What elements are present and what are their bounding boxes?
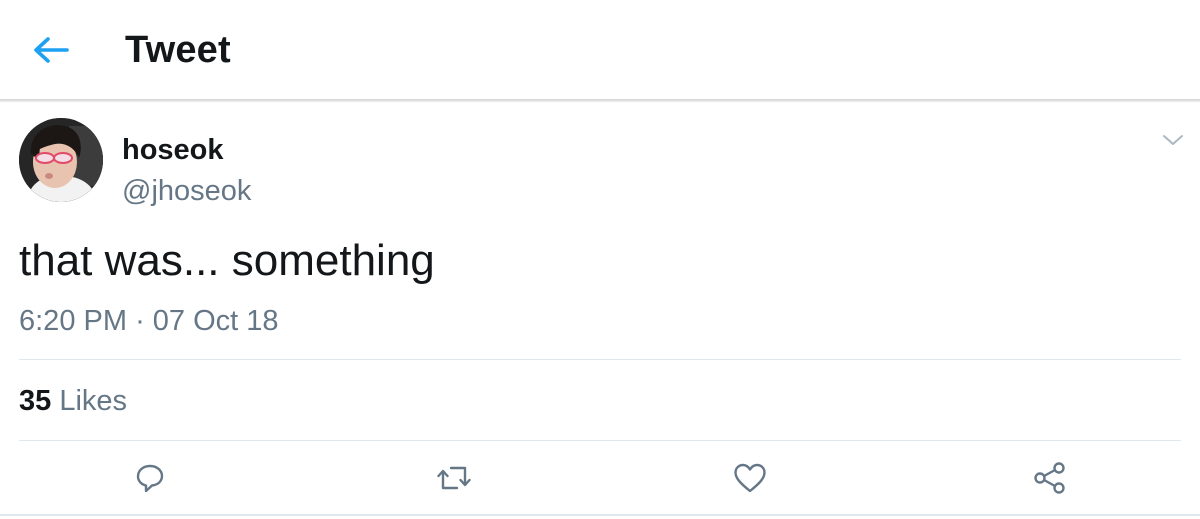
likes-stat[interactable]: 35 Likes [19,385,127,418]
avatar[interactable] [19,118,103,202]
retweet-icon [437,466,471,490]
like-button[interactable] [730,458,770,498]
back-button[interactable] [28,30,74,70]
timestamp-separator: · [135,305,145,337]
author-handle[interactable]: @jhoseok [122,175,251,208]
retweet-button[interactable] [434,458,474,498]
tweet-text: that was... something [19,236,435,285]
author-display-name[interactable]: hoseok [122,134,224,167]
likes-count: 35 [19,385,52,417]
tweet-timestamp: 6:20 PM · 07 Oct 18 [19,305,279,338]
share-button[interactable] [1030,458,1070,498]
divider [19,440,1181,441]
heart-icon [734,463,766,493]
reply-button[interactable] [130,458,170,498]
tweet-date: 07 Oct 18 [152,305,279,337]
divider [19,359,1181,360]
likes-label: Likes [59,385,128,417]
share-icon [1034,462,1065,494]
bottom-divider [0,514,1200,516]
chevron-down-icon [1163,135,1183,145]
header-divider [0,99,1200,102]
page-title: Tweet [125,29,231,71]
tweet-time: 6:20 PM [19,305,127,337]
top-app-bar: Tweet [0,0,1200,100]
reply-icon [136,464,164,493]
arrow-left-icon [34,37,69,63]
profile-photo [19,118,103,202]
tweet-menu-button[interactable] [1160,128,1186,152]
